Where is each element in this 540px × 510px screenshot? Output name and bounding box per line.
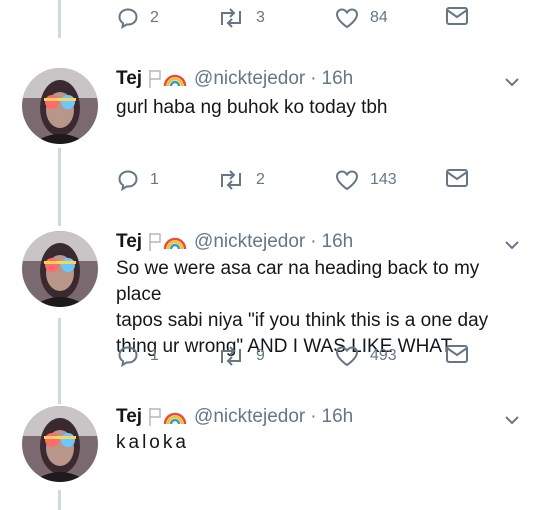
reply-count: 2: [150, 9, 159, 26]
separator: ·: [310, 406, 317, 427]
action-bar-2: 1 9 493: [0, 344, 540, 374]
dm-button[interactable]: [445, 168, 469, 188]
retweet-count: 3: [256, 9, 265, 26]
reply-count: 1: [150, 171, 159, 188]
tweet-text-line: tapos sabi niya "if you think this is a …: [116, 310, 489, 331]
rainbow-icon: [163, 74, 187, 87]
envelope-icon: [445, 6, 469, 26]
name-emojis: [148, 69, 188, 89]
display-name[interactable]: Tej: [116, 231, 142, 253]
retweet-icon: [216, 168, 246, 192]
envelope-icon: [445, 168, 469, 188]
tweet-header: Tej @nicktejedor · 16h: [116, 231, 353, 253]
like-count: 84: [370, 9, 388, 26]
flag-icon: [149, 408, 161, 426]
tweet-text: kaloka: [116, 432, 189, 453]
tweet-text: gurl haba ng buhok ko today tbh: [116, 97, 388, 118]
reply-button[interactable]: 1: [116, 168, 159, 192]
reply-icon: [116, 168, 140, 192]
reply-icon: [116, 344, 140, 368]
action-bar-top: 2 3 84: [0, 6, 540, 36]
like-button[interactable]: 84: [334, 6, 388, 30]
chevron-down-icon[interactable]: [504, 237, 520, 255]
retweet-button[interactable]: 2: [216, 168, 265, 192]
user-handle[interactable]: @nicktejedor: [194, 406, 305, 428]
retweet-button[interactable]: 9: [216, 344, 265, 368]
like-count: 143: [370, 171, 397, 188]
display-name[interactable]: Tej: [116, 406, 142, 428]
flag-icon: [149, 233, 161, 251]
rainbow-icon: [163, 412, 187, 425]
tweet-text-line: So we were asa car na heading back to my…: [116, 258, 480, 305]
reply-button[interactable]: 1: [116, 344, 159, 368]
timestamp[interactable]: 16h: [322, 231, 354, 253]
tweet-header: Tej @nicktejedor · 16h: [116, 406, 353, 428]
tweet-header: Tej @nicktejedor · 16h: [116, 68, 353, 90]
heart-icon: [334, 6, 360, 30]
retweet-count: 2: [256, 171, 265, 188]
retweet-icon: [216, 6, 246, 30]
name-emojis: [148, 232, 188, 252]
user-handle[interactable]: @nicktejedor: [194, 68, 305, 90]
like-count: 493: [370, 347, 397, 364]
dm-button[interactable]: [445, 6, 469, 26]
name-emojis: [148, 407, 188, 427]
envelope-icon: [445, 344, 469, 364]
reply-count: 1: [150, 347, 159, 364]
chevron-down-icon[interactable]: [504, 74, 520, 92]
reply-button[interactable]: 2: [116, 6, 159, 30]
action-bar-1: 1 2 143: [0, 168, 540, 198]
retweet-count: 9: [256, 347, 265, 364]
rainbow-icon: [163, 237, 187, 250]
separator: ·: [310, 231, 317, 252]
avatar[interactable]: [22, 231, 98, 307]
like-button[interactable]: 493: [334, 344, 397, 368]
user-handle[interactable]: @nicktejedor: [194, 231, 305, 253]
chevron-down-icon[interactable]: [504, 412, 520, 430]
timestamp[interactable]: 16h: [322, 68, 354, 90]
dm-button[interactable]: [445, 344, 469, 364]
avatar[interactable]: [22, 406, 98, 482]
retweet-icon: [216, 344, 246, 368]
tweet-3[interactable]: Tej @nicktejedor · 16h kaloka: [0, 406, 540, 496]
reply-icon: [116, 6, 140, 30]
separator: ·: [310, 68, 317, 89]
like-button[interactable]: 143: [334, 168, 397, 192]
heart-icon: [334, 344, 360, 368]
display-name[interactable]: Tej: [116, 68, 142, 90]
retweet-button[interactable]: 3: [216, 6, 265, 30]
heart-icon: [334, 168, 360, 192]
avatar[interactable]: [22, 68, 98, 144]
timestamp[interactable]: 16h: [322, 406, 354, 428]
flag-icon: [149, 70, 161, 88]
